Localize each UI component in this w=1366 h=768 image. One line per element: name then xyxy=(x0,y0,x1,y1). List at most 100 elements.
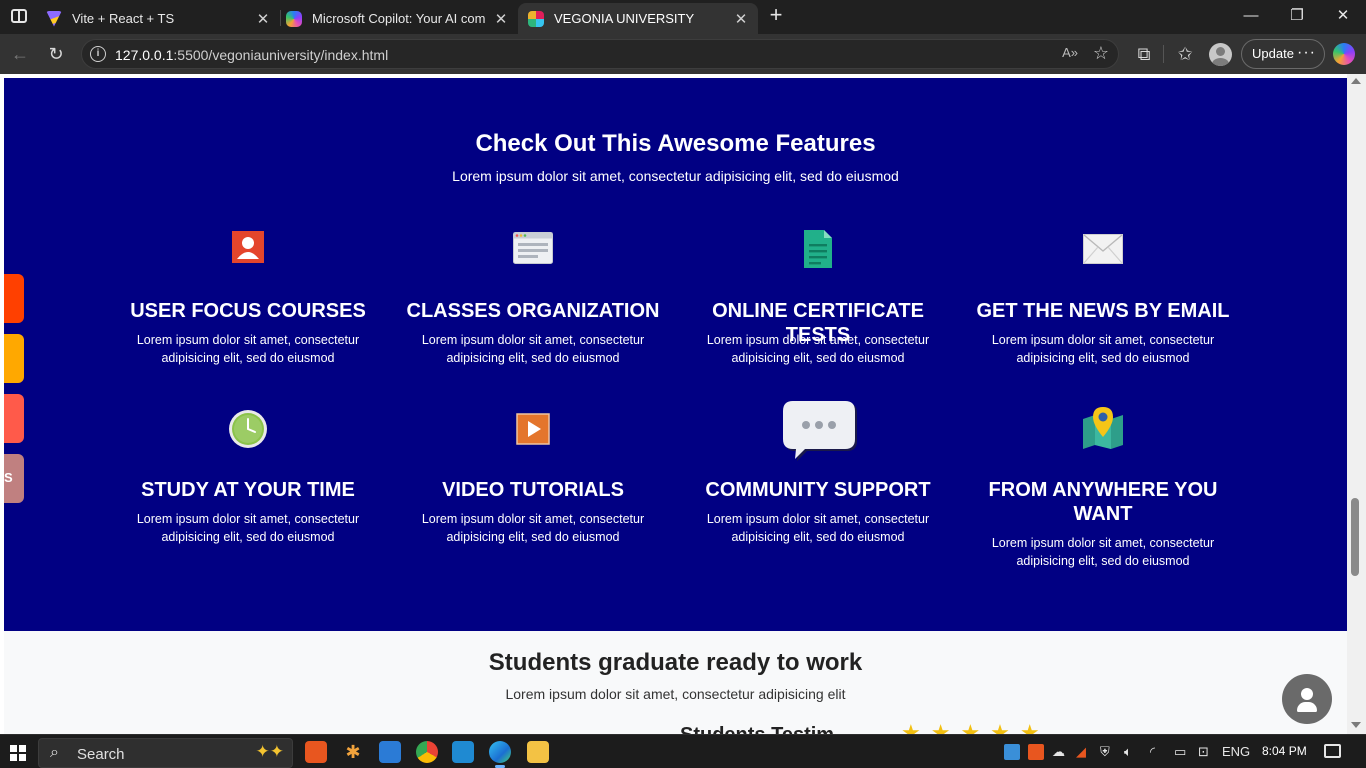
testimonials-heading: Students Testim xyxy=(680,724,834,734)
side-social-tab[interactable]: S xyxy=(4,454,24,503)
security-shield-icon[interactable]: ⛨ xyxy=(1100,744,1110,760)
wifi-icon[interactable]: ◜ xyxy=(1150,744,1155,760)
features-section: Check Out This Awesome Features Lorem ip… xyxy=(4,78,1347,631)
windows-start-icon[interactable] xyxy=(10,745,26,761)
side-social-tab[interactable] xyxy=(4,334,24,383)
feature-desc: Lorem ipsum dolor sit amet, consectetur … xyxy=(991,333,1215,365)
close-icon[interactable]: ✕ xyxy=(494,10,508,28)
graduate-subtitle: Lorem ipsum dolor sit amet, consectetur … xyxy=(505,686,846,702)
sparkle-icon: ✦✦ xyxy=(255,742,285,761)
feature-title: STUDY AT YOUR TIME xyxy=(141,479,355,501)
windows-taskbar: ⌕ Search ✦✦ ✱ ☁ ◢ ⛨ 🔈︎ ◜ ▭ ⊡ ENG 8:04 PM xyxy=(0,734,1366,768)
slack-icon xyxy=(528,10,544,27)
squirrel-icon[interactable]: ✱ xyxy=(342,741,364,763)
new-tab-button[interactable]: + xyxy=(766,4,786,26)
feature-title: VIDEO TUTORIALS xyxy=(442,479,624,501)
feature-desc: Lorem ipsum dolor sit amet, consectetur … xyxy=(706,333,930,365)
tray-xampp-icon[interactable] xyxy=(1028,744,1044,760)
tray-app-icon[interactable] xyxy=(1004,744,1020,760)
scroll-down-icon[interactable] xyxy=(1351,722,1361,728)
notification-icon[interactable] xyxy=(1324,744,1341,758)
browser-tab-strip: Vite + React + TS ✕ Microsoft Copilot: Y… xyxy=(0,0,1366,34)
url-text[interactable]: 127.0.0.1:5500/vegoniauniversity/index.h… xyxy=(115,47,388,63)
feature-title: USER FOCUS COURSES xyxy=(130,300,366,322)
close-icon[interactable]: ✕ xyxy=(256,10,270,28)
feature-desc: Lorem ipsum dolor sit amet, consectetur … xyxy=(706,512,930,544)
close-window-button[interactable]: ✕ xyxy=(1332,6,1354,26)
tray-arrow-icon[interactable]: ◢ xyxy=(1076,744,1086,760)
window-menu-icon[interactable] xyxy=(11,9,27,23)
favorite-star-icon[interactable]: ☆ xyxy=(1093,43,1109,64)
address-bar[interactable]: i 127.0.0.1:5500/vegoniauniversity/index… xyxy=(81,39,1119,69)
feature-title: COMMUNITY SUPPORT xyxy=(705,479,931,501)
map-pin-icon xyxy=(1083,407,1123,449)
feature-desc: Lorem ipsum dolor sit amet, consectetur … xyxy=(136,333,360,365)
scroll-thumb[interactable] xyxy=(1351,498,1359,576)
browser-toolbar: ← ↻ i 127.0.0.1:5500/vegoniauniversity/i… xyxy=(0,34,1366,74)
taskbar-clock[interactable]: 8:04 PM xyxy=(1262,744,1307,758)
restore-button[interactable]: ❐ xyxy=(1286,6,1308,26)
copilot-icon xyxy=(286,10,302,27)
tab-vegonia[interactable]: VEGONIA UNIVERSITY ✕ xyxy=(518,3,758,34)
xampp-icon[interactable] xyxy=(305,741,327,763)
vite-icon xyxy=(46,10,62,27)
close-icon[interactable]: ✕ xyxy=(734,10,748,28)
volume-icon[interactable]: 🔈︎ xyxy=(1124,744,1132,760)
user-card-icon xyxy=(232,231,264,263)
features-subtitle: Lorem ipsum dolor sit amet, consectetur … xyxy=(452,168,899,184)
tab-vite[interactable]: Vite + React + TS ✕ xyxy=(36,3,280,34)
favorites-icon[interactable]: ✩ xyxy=(1174,43,1196,65)
toolbar-divider xyxy=(1163,45,1164,63)
chat-user-button[interactable] xyxy=(1282,674,1332,724)
side-tab-label: S xyxy=(4,470,13,485)
document-icon xyxy=(804,230,832,268)
side-social-tab[interactable] xyxy=(4,394,24,443)
play-icon xyxy=(516,413,550,445)
tab-title: VEGONIA UNIVERSITY xyxy=(554,11,695,26)
page-scrollbar[interactable] xyxy=(1347,74,1366,734)
side-social-tab[interactable] xyxy=(4,274,24,323)
file-explorer-icon[interactable] xyxy=(527,741,549,763)
edge-icon[interactable] xyxy=(489,741,511,768)
copilot-sidebar-icon[interactable] xyxy=(1333,43,1355,65)
chrome-icon[interactable] xyxy=(416,741,438,763)
feature-desc: Lorem ipsum dolor sit amet, consectetur … xyxy=(421,512,645,544)
page-viewport: Check Out This Awesome Features Lorem ip… xyxy=(0,74,1366,734)
feature-title: FROM ANYWHERE YOU WANT xyxy=(988,479,1218,525)
battery-icon[interactable]: ▭ xyxy=(1174,744,1186,760)
browser-window-icon xyxy=(513,232,553,264)
display-icon[interactable]: ⊡ xyxy=(1198,744,1209,760)
feature-desc: Lorem ipsum dolor sit amet, consectetur … xyxy=(991,536,1215,568)
vscode-icon[interactable] xyxy=(452,741,474,763)
feature-desc: Lorem ipsum dolor sit amet, consectetur … xyxy=(136,512,360,544)
site-info-icon[interactable]: i xyxy=(90,46,106,62)
read-aloud-icon[interactable]: A» xyxy=(1062,45,1078,60)
update-label: Update xyxy=(1252,46,1294,61)
minimize-button[interactable]: — xyxy=(1240,6,1262,26)
taskbar-search[interactable]: ⌕ Search ✦✦ xyxy=(38,738,293,768)
feature-desc: Lorem ipsum dolor sit amet, consectetur … xyxy=(421,333,645,365)
graduate-title: Students graduate ready to work xyxy=(488,649,863,676)
refresh-icon[interactable]: ↻ xyxy=(45,43,67,65)
cloud-icon[interactable]: ☁ xyxy=(1052,744,1065,760)
tab-title: Microsoft Copilot: Your AI compa xyxy=(312,11,486,26)
language-indicator[interactable]: ENG xyxy=(1222,744,1250,759)
search-icon: ⌕ xyxy=(50,744,59,761)
rating-stars: ★★★★★ xyxy=(901,720,1050,734)
back-icon[interactable]: ← xyxy=(9,43,31,65)
update-button[interactable]: Update ··· xyxy=(1241,39,1325,69)
extensions-icon[interactable]: ⧉ xyxy=(1133,43,1155,65)
envelope-icon xyxy=(1083,234,1123,264)
profile-avatar[interactable] xyxy=(1209,43,1232,66)
more-menu-icon[interactable]: ··· xyxy=(1297,39,1316,67)
monitor-icon[interactable] xyxy=(379,741,401,763)
graduate-section: Students graduate ready to work Lorem ip… xyxy=(4,631,1347,734)
tab-title: Vite + React + TS xyxy=(72,11,175,26)
tab-copilot[interactable]: Microsoft Copilot: Your AI compa ✕ xyxy=(276,3,518,34)
feature-title: CLASSES ORGANIZATION xyxy=(406,300,660,322)
scroll-up-icon[interactable] xyxy=(1351,78,1361,84)
speech-bubble-icon xyxy=(783,401,857,461)
feature-title: GET THE NEWS BY EMAIL xyxy=(976,300,1230,322)
features-title: Check Out This Awesome Features xyxy=(475,130,876,157)
clock-icon xyxy=(229,410,267,448)
